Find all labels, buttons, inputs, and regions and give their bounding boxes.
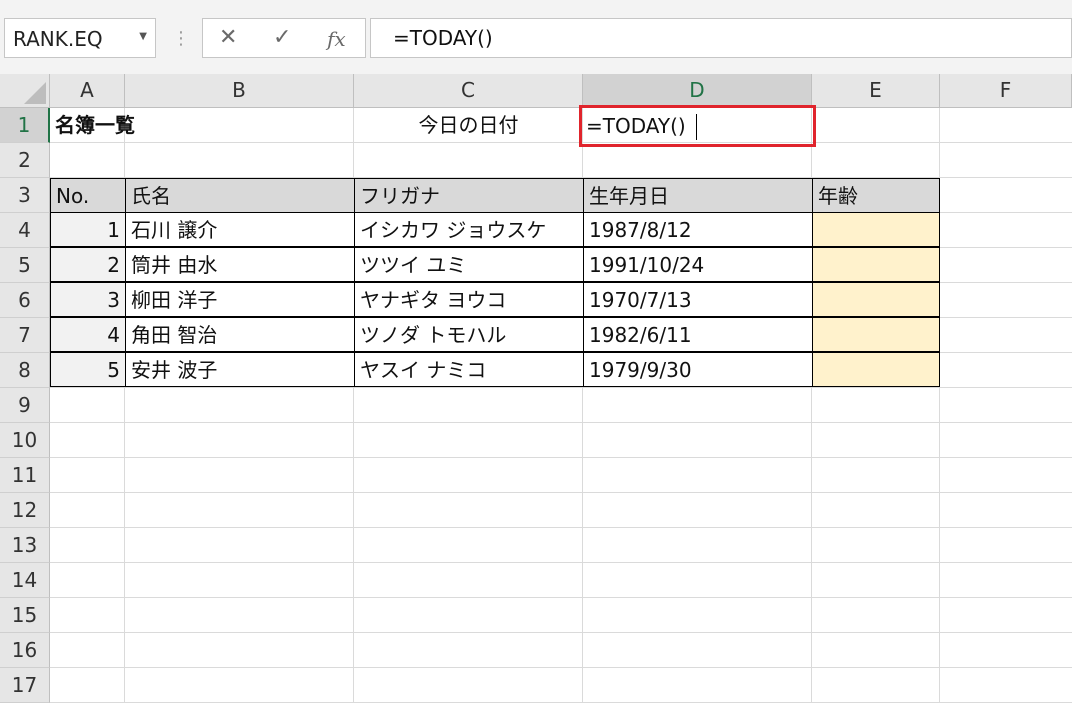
row-header-14[interactable]: 14 bbox=[0, 563, 50, 598]
cell-no[interactable]: 4 bbox=[50, 317, 126, 352]
column-header-e[interactable]: E bbox=[812, 74, 940, 108]
column-header-f[interactable]: F bbox=[940, 74, 1072, 108]
gridline bbox=[50, 492, 1072, 493]
row-header-2[interactable]: 2 bbox=[0, 143, 50, 178]
cell-age[interactable] bbox=[812, 317, 940, 352]
column-header-b[interactable]: B bbox=[125, 74, 354, 108]
cell-name[interactable]: 安井 波子 bbox=[125, 352, 355, 387]
row-header-11[interactable]: 11 bbox=[0, 458, 50, 493]
header-kana[interactable]: フリガナ bbox=[354, 178, 584, 213]
formula-input[interactable]: =TODAY() bbox=[370, 18, 1072, 58]
row-header-1[interactable]: 1 bbox=[0, 108, 50, 143]
cell-kana[interactable]: ツツイ ユミ bbox=[354, 247, 584, 282]
active-cell-editor[interactable]: =TODAY() bbox=[579, 105, 816, 147]
cell-name[interactable]: 角田 智治 bbox=[125, 317, 355, 352]
gridline bbox=[50, 562, 1072, 563]
cell-kana[interactable]: ヤナギタ ヨウコ bbox=[354, 282, 584, 317]
gridline bbox=[50, 527, 1072, 528]
text-caret bbox=[696, 114, 697, 140]
formula-bar-separator: ⋮ bbox=[172, 28, 190, 49]
cell-kana[interactable]: ツノダ トモハル bbox=[354, 317, 584, 352]
cell-age[interactable] bbox=[812, 282, 940, 317]
formula-bar-buttons: ✕ ✓ fx bbox=[202, 18, 366, 58]
column-header-a[interactable]: A bbox=[50, 74, 125, 108]
row-header-5[interactable]: 5 bbox=[0, 248, 50, 283]
row-header-6[interactable]: 6 bbox=[0, 283, 50, 318]
insert-function-icon[interactable]: fx bbox=[327, 27, 346, 51]
cell-birthdate[interactable]: 1979/9/30 bbox=[583, 352, 813, 387]
cell-age[interactable] bbox=[812, 247, 940, 282]
cell-no[interactable]: 5 bbox=[50, 352, 126, 387]
cell-kana[interactable]: イシカワ ジョウスケ bbox=[354, 212, 584, 247]
row-header-17[interactable]: 17 bbox=[0, 668, 50, 703]
date-label[interactable]: 今日の日付 bbox=[354, 108, 583, 143]
row-header-7[interactable]: 7 bbox=[0, 318, 50, 353]
chevron-down-icon[interactable]: ▼ bbox=[139, 31, 147, 42]
cell-name[interactable]: 筒井 由水 bbox=[125, 247, 355, 282]
sheet-title[interactable]: 名簿一覧 bbox=[50, 108, 300, 143]
header-no[interactable]: No. bbox=[50, 178, 126, 213]
gridline bbox=[50, 387, 1072, 388]
cell-name[interactable]: 柳田 洋子 bbox=[125, 282, 355, 317]
cell-birthdate[interactable]: 1982/6/11 bbox=[583, 317, 813, 352]
formula-text: =TODAY() bbox=[393, 26, 493, 50]
cell-no[interactable]: 2 bbox=[50, 247, 126, 282]
gridline bbox=[50, 597, 1072, 598]
gridline bbox=[50, 632, 1072, 633]
column-header-c[interactable]: C bbox=[354, 74, 583, 108]
header-name[interactable]: 氏名 bbox=[125, 178, 355, 213]
gridline bbox=[50, 422, 1072, 423]
header-birthdate[interactable]: 生年月日 bbox=[583, 178, 813, 213]
header-age[interactable]: 年齢 bbox=[812, 178, 940, 213]
cell-no[interactable]: 1 bbox=[50, 212, 126, 247]
cell-no[interactable]: 3 bbox=[50, 282, 126, 317]
cell-age[interactable] bbox=[812, 352, 940, 387]
select-all-button[interactable] bbox=[0, 74, 50, 108]
formula-bar: RANK.EQ ▼ ⋮ ✕ ✓ fx =TODAY() bbox=[0, 0, 1072, 74]
cancel-icon[interactable]: ✕ bbox=[219, 25, 237, 50]
row-header-10[interactable]: 10 bbox=[0, 423, 50, 458]
row-header-9[interactable]: 9 bbox=[0, 388, 50, 423]
name-box[interactable]: RANK.EQ ▼ bbox=[4, 18, 156, 58]
cell-name[interactable]: 石川 譲介 bbox=[125, 212, 355, 247]
cell-birthdate[interactable]: 1987/8/12 bbox=[583, 212, 813, 247]
column-header-d[interactable]: D bbox=[583, 74, 812, 108]
cell-kana[interactable]: ヤスイ ナミコ bbox=[354, 352, 584, 387]
active-cell-formula: =TODAY() bbox=[586, 114, 686, 138]
row-header-15[interactable]: 15 bbox=[0, 598, 50, 633]
row-header-16[interactable]: 16 bbox=[0, 633, 50, 668]
cell-age[interactable] bbox=[812, 212, 940, 247]
row-header-3[interactable]: 3 bbox=[0, 178, 50, 213]
row-header-4[interactable]: 4 bbox=[0, 213, 50, 248]
enter-icon[interactable]: ✓ bbox=[273, 25, 291, 50]
cell-birthdate[interactable]: 1991/10/24 bbox=[583, 247, 813, 282]
name-box-value: RANK.EQ bbox=[13, 27, 103, 51]
cell-birthdate[interactable]: 1970/7/13 bbox=[583, 282, 813, 317]
row-header-12[interactable]: 12 bbox=[0, 493, 50, 528]
gridline bbox=[50, 667, 1072, 668]
gridline bbox=[50, 457, 1072, 458]
spreadsheet-grid[interactable]: A B C D E F 1 2 3 4 5 6 7 8 9 10 11 12 1… bbox=[0, 74, 1072, 703]
row-header-13[interactable]: 13 bbox=[0, 528, 50, 563]
row-header-8[interactable]: 8 bbox=[0, 353, 50, 388]
